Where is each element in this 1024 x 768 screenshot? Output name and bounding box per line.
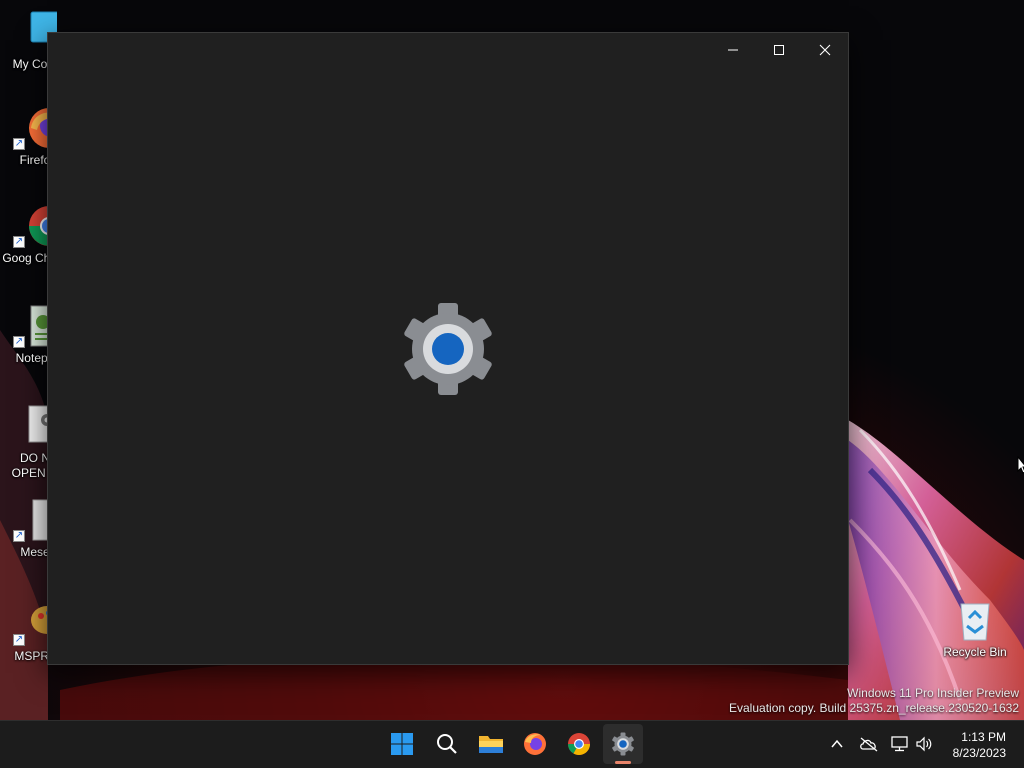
taskbar-search-button[interactable] xyxy=(427,724,467,764)
taskbar-chrome-button[interactable] xyxy=(559,724,599,764)
chevron-up-icon xyxy=(831,739,843,748)
clock-time: 1:13 PM xyxy=(961,730,1006,744)
shortcut-arrow-icon: ↗ xyxy=(13,236,25,248)
maximize-button[interactable] xyxy=(756,35,802,65)
settings-window[interactable] xyxy=(47,32,849,665)
taskbar-file-explorer-button[interactable] xyxy=(471,724,511,764)
shortcut-arrow-icon: ↗ xyxy=(13,336,25,348)
close-icon xyxy=(819,44,831,56)
taskbar-settings-button[interactable] xyxy=(603,724,643,764)
volume-icon xyxy=(916,736,932,752)
minimize-icon xyxy=(728,49,738,51)
firefox-icon xyxy=(524,733,546,755)
active-app-indicator xyxy=(615,761,631,764)
close-button[interactable] xyxy=(802,35,848,65)
taskbar-start-button[interactable] xyxy=(382,724,422,764)
search-icon xyxy=(437,734,457,754)
shortcut-arrow-icon: ↗ xyxy=(13,634,25,646)
shortcut-arrow-icon: ↗ xyxy=(13,530,25,542)
onedrive-offline-icon xyxy=(860,737,878,752)
desktop-icon-label: Recycle Bin xyxy=(943,645,1007,659)
desktop-icon-recycle-bin[interactable]: Recycle Bin xyxy=(940,598,1010,660)
network-tray-button[interactable] xyxy=(889,733,911,755)
watermark-build: Evaluation copy. Build 25375.zn_release.… xyxy=(729,701,1019,715)
taskbar: 1:13 PM 8/23/2023 xyxy=(0,720,1024,768)
onedrive-tray-button[interactable] xyxy=(858,733,880,755)
recycle-bin-icon xyxy=(953,598,997,642)
watermark-edition: Windows 11 Pro Insider Preview xyxy=(847,686,1019,700)
show-hidden-icons-button[interactable] xyxy=(826,733,848,755)
folder-icon xyxy=(479,736,503,753)
settings-gear-icon xyxy=(404,303,492,395)
clock-date: 8/23/2023 xyxy=(952,746,1006,760)
taskbar-firefox-button[interactable] xyxy=(515,724,555,764)
settings-gear-icon xyxy=(612,732,634,756)
taskbar-clock[interactable]: 1:13 PM 8/23/2023 xyxy=(953,729,1006,761)
windows-start-icon xyxy=(391,733,413,755)
chrome-icon xyxy=(568,733,590,755)
volume-tray-button[interactable] xyxy=(913,733,935,755)
shortcut-arrow-icon: ↗ xyxy=(13,138,25,150)
minimize-button[interactable] xyxy=(710,35,756,65)
network-icon xyxy=(891,736,908,752)
mouse-cursor-icon xyxy=(1017,456,1024,474)
windows-watermark: Windows 11 Pro Insider Preview Evaluatio… xyxy=(729,686,1019,716)
maximize-icon xyxy=(774,45,784,55)
